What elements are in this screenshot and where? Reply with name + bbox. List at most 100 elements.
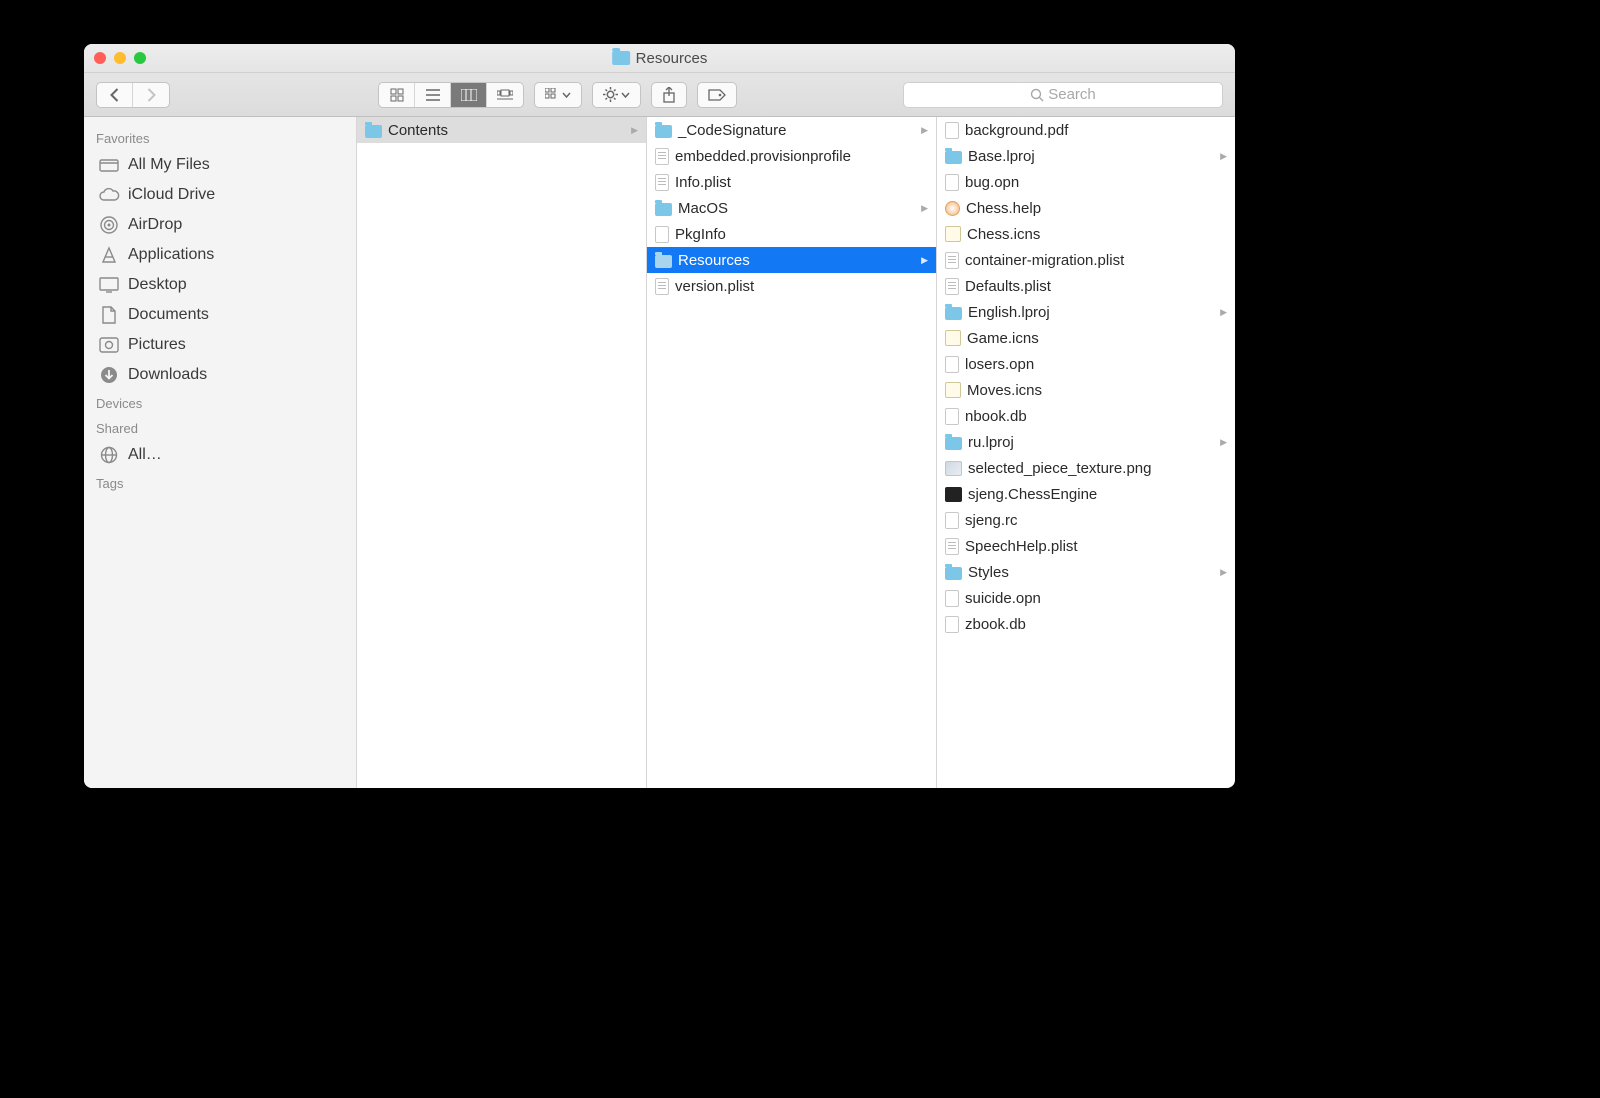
- folder-icon: [945, 307, 962, 320]
- file-row[interactable]: Chess.help: [937, 195, 1235, 221]
- plist-file-icon: [945, 278, 959, 295]
- file-row[interactable]: Game.icns: [937, 325, 1235, 351]
- coverflow-view-button[interactable]: [487, 83, 523, 107]
- folder-icon: [945, 151, 962, 164]
- file-row[interactable]: Base.lproj ▶: [937, 143, 1235, 169]
- content-area: FavoritesAll My FilesiCloud DriveAirDrop…: [84, 117, 1235, 788]
- sidebar-item-label: Downloads: [128, 366, 207, 384]
- file-row[interactable]: _CodeSignature▶: [647, 117, 936, 143]
- executable-icon: [945, 487, 962, 502]
- sidebar-item-label: Desktop: [128, 276, 187, 294]
- file-row[interactable]: Moves.icns: [937, 377, 1235, 403]
- file-row[interactable]: PkgInfo: [647, 221, 936, 247]
- file-row[interactable]: Resources▶: [647, 247, 936, 273]
- chevron-right-icon: ▶: [1220, 151, 1227, 162]
- search-icon: [1030, 88, 1044, 102]
- zoom-window-button[interactable]: [134, 52, 146, 64]
- file-label: Moves.icns: [967, 382, 1042, 399]
- sidebar-item-airdrop[interactable]: AirDrop: [84, 210, 356, 240]
- documents-icon: [98, 304, 120, 326]
- plist-file-icon: [945, 252, 959, 269]
- help-file-icon: [945, 201, 960, 216]
- forward-button[interactable]: [133, 83, 169, 107]
- sidebar-item-all-my-files[interactable]: All My Files: [84, 150, 356, 180]
- downloads-icon: [98, 364, 120, 386]
- folder-icon: [655, 255, 672, 268]
- sidebar-item-applications[interactable]: Applications: [84, 240, 356, 270]
- file-row[interactable]: English.lproj ▶: [937, 299, 1235, 325]
- icns-file-icon: [945, 382, 961, 398]
- file-label: Base.lproj: [968, 148, 1035, 165]
- file-row[interactable]: embedded.provisionprofile: [647, 143, 936, 169]
- file-row[interactable]: ru.lproj▶: [937, 429, 1235, 455]
- sidebar: FavoritesAll My FilesiCloud DriveAirDrop…: [84, 117, 357, 788]
- action-button[interactable]: [592, 82, 641, 108]
- file-row[interactable]: Contents ▶: [357, 117, 646, 143]
- document-icon: [945, 616, 959, 633]
- file-label: Chess.icns: [967, 226, 1040, 243]
- finder-window: Resources: [84, 44, 1235, 788]
- file-label: Contents: [388, 122, 448, 139]
- folder-icon: [655, 203, 672, 216]
- file-label: zbook.db: [965, 616, 1026, 633]
- file-row[interactable]: selected_piece_texture.png: [937, 455, 1235, 481]
- plist-file-icon: [945, 538, 959, 555]
- icon-view-button[interactable]: [379, 83, 415, 107]
- file-label: Defaults.plist: [965, 278, 1051, 295]
- file-row[interactable]: zbook.db: [937, 611, 1235, 637]
- file-label: sjeng.rc: [965, 512, 1018, 529]
- folder-icon: [612, 51, 630, 65]
- sidebar-item-desktop[interactable]: Desktop: [84, 270, 356, 300]
- sidebar-item-icloud-drive[interactable]: iCloud Drive: [84, 180, 356, 210]
- icns-file-icon: [945, 226, 961, 242]
- file-row[interactable]: background.pdf: [937, 117, 1235, 143]
- file-row[interactable]: nbook.db: [937, 403, 1235, 429]
- back-button[interactable]: [97, 83, 133, 107]
- network-icon: [98, 444, 120, 466]
- file-row[interactable]: losers.opn: [937, 351, 1235, 377]
- file-row[interactable]: container-migration.plist: [937, 247, 1235, 273]
- sidebar-item-all-[interactable]: All…: [84, 440, 356, 470]
- sidebar-item-pictures[interactable]: Pictures: [84, 330, 356, 360]
- column-view-button[interactable]: [451, 83, 487, 107]
- applications-icon: [98, 244, 120, 266]
- sidebar-item-documents[interactable]: Documents: [84, 300, 356, 330]
- arrange-button[interactable]: [534, 82, 582, 108]
- file-row[interactable]: bug.opn: [937, 169, 1235, 195]
- file-row[interactable]: suicide.opn: [937, 585, 1235, 611]
- toolbar: Search: [84, 73, 1235, 117]
- chevron-right-icon: ▶: [1220, 307, 1227, 318]
- close-window-button[interactable]: [94, 52, 106, 64]
- minimize-window-button[interactable]: [114, 52, 126, 64]
- sidebar-item-label: Documents: [128, 306, 209, 324]
- file-row[interactable]: Defaults.plist: [937, 273, 1235, 299]
- file-row[interactable]: version.plist: [647, 273, 936, 299]
- pictures-icon: [98, 334, 120, 356]
- chevron-right-icon: ▶: [631, 125, 638, 136]
- sidebar-item-downloads[interactable]: Downloads: [84, 360, 356, 390]
- file-label: English.lproj: [968, 304, 1050, 321]
- sidebar-section-header: Favorites: [84, 125, 356, 150]
- share-button[interactable]: [651, 82, 687, 108]
- file-label: SpeechHelp.plist: [965, 538, 1078, 555]
- file-row[interactable]: sjeng.ChessEngine: [937, 481, 1235, 507]
- file-row[interactable]: Info.plist: [647, 169, 936, 195]
- file-label: _CodeSignature: [678, 122, 786, 139]
- file-label: version.plist: [675, 278, 754, 295]
- file-row[interactable]: Chess.icns: [937, 221, 1235, 247]
- file-label: Resources: [678, 252, 750, 269]
- file-row[interactable]: Styles▶: [937, 559, 1235, 585]
- sidebar-section-header: Devices: [84, 390, 356, 415]
- sidebar-section-header: Shared: [84, 415, 356, 440]
- file-row[interactable]: SpeechHelp.plist: [937, 533, 1235, 559]
- list-view-button[interactable]: [415, 83, 451, 107]
- traffic-lights: [84, 52, 146, 64]
- document-icon: [945, 590, 959, 607]
- tags-button[interactable]: [697, 82, 737, 108]
- file-row[interactable]: MacOS▶: [647, 195, 936, 221]
- image-file-icon: [945, 461, 962, 476]
- search-placeholder: Search: [1048, 86, 1096, 103]
- file-label: embedded.provisionprofile: [675, 148, 851, 165]
- search-field[interactable]: Search: [903, 82, 1223, 108]
- file-row[interactable]: sjeng.rc: [937, 507, 1235, 533]
